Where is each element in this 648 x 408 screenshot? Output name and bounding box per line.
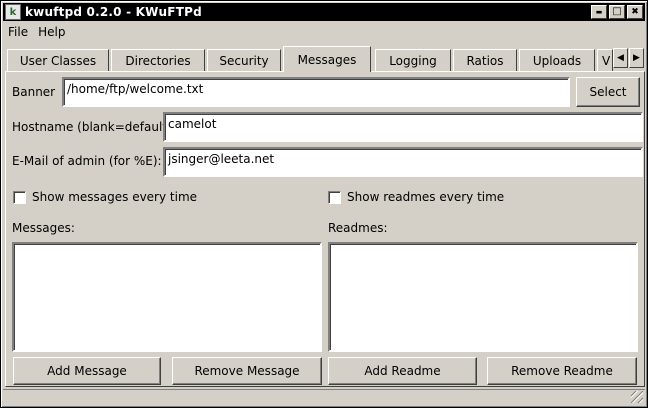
hostname-label: Hostname (blank=default) bbox=[12, 120, 172, 134]
banner-label: Banner bbox=[12, 85, 56, 99]
tab-security[interactable]: Security bbox=[207, 49, 281, 71]
show-messages-checkbox[interactable]: Show messages every time bbox=[13, 190, 197, 204]
tab-ratios[interactable]: Ratios bbox=[453, 49, 517, 71]
tab-uploads[interactable]: Uploads bbox=[519, 49, 595, 71]
tab-user-classes[interactable]: User Classes bbox=[7, 49, 109, 71]
checkbox-box[interactable] bbox=[328, 190, 341, 204]
window-controls: ▬ □ ✖ bbox=[591, 5, 643, 19]
show-messages-label: Show messages every time bbox=[32, 190, 198, 204]
messages-label: Messages: bbox=[12, 221, 75, 235]
minimize-button[interactable]: ▬ bbox=[591, 5, 607, 19]
resize-grip-icon[interactable] bbox=[631, 391, 643, 403]
hostname-input[interactable]: camelot bbox=[163, 112, 643, 142]
tab-logging[interactable]: Logging bbox=[375, 49, 451, 71]
tab-messages[interactable]: Messages bbox=[283, 46, 371, 72]
show-readmes-checkbox[interactable]: Show readmes every time bbox=[328, 190, 504, 204]
show-readmes-label: Show readmes every time bbox=[347, 190, 505, 204]
close-icon: ✖ bbox=[631, 6, 639, 17]
email-input[interactable]: jsinger@leeta.net bbox=[163, 147, 643, 177]
tab-bar: User Classes Directories Security Messag… bbox=[5, 46, 645, 72]
messages-panel: Banner /home/ftp/welcome.txt Select Host… bbox=[5, 71, 645, 387]
remove-message-button[interactable]: Remove Message bbox=[172, 357, 322, 385]
add-message-button[interactable]: Add Message bbox=[13, 357, 161, 385]
remove-readme-button[interactable]: Remove Readme bbox=[487, 357, 637, 385]
menu-help[interactable]: Help bbox=[33, 25, 70, 39]
status-bar bbox=[3, 389, 645, 405]
readmes-label: Readmes: bbox=[328, 221, 388, 235]
main-window: k kwuftpd 0.2.0 - KWuFTPd ▬ □ ✖ File Hel… bbox=[0, 0, 648, 408]
tab-scroll-left-button[interactable]: ◀ bbox=[613, 48, 628, 68]
checkbox-box[interactable] bbox=[13, 190, 26, 204]
tab-partial[interactable]: V bbox=[597, 49, 613, 71]
email-label: E-Mail of admin (for %E): bbox=[12, 154, 162, 168]
minimize-icon: ▬ bbox=[595, 7, 603, 16]
arrow-right-icon: ▶ bbox=[633, 53, 640, 63]
select-button[interactable]: Select bbox=[576, 77, 640, 107]
maximize-button[interactable]: □ bbox=[609, 5, 625, 19]
banner-input[interactable]: /home/ftp/welcome.txt bbox=[62, 77, 570, 107]
readmes-list[interactable] bbox=[328, 242, 638, 352]
tab-directories[interactable]: Directories bbox=[111, 49, 205, 71]
menu-bar: File Help bbox=[3, 22, 645, 42]
title-bar[interactable]: k kwuftpd 0.2.0 - KWuFTPd ▬ □ ✖ bbox=[3, 3, 645, 21]
app-icon[interactable]: k bbox=[5, 4, 21, 20]
add-readme-button[interactable]: Add Readme bbox=[328, 357, 477, 385]
menu-file[interactable]: File bbox=[3, 25, 33, 39]
window-title: kwuftpd 0.2.0 - KWuFTPd bbox=[25, 5, 202, 19]
tab-scroll-right-button[interactable]: ▶ bbox=[629, 48, 644, 68]
messages-list[interactable] bbox=[12, 242, 322, 352]
maximize-icon: □ bbox=[612, 6, 622, 17]
arrow-left-icon: ◀ bbox=[617, 53, 624, 63]
close-button[interactable]: ✖ bbox=[627, 5, 643, 19]
